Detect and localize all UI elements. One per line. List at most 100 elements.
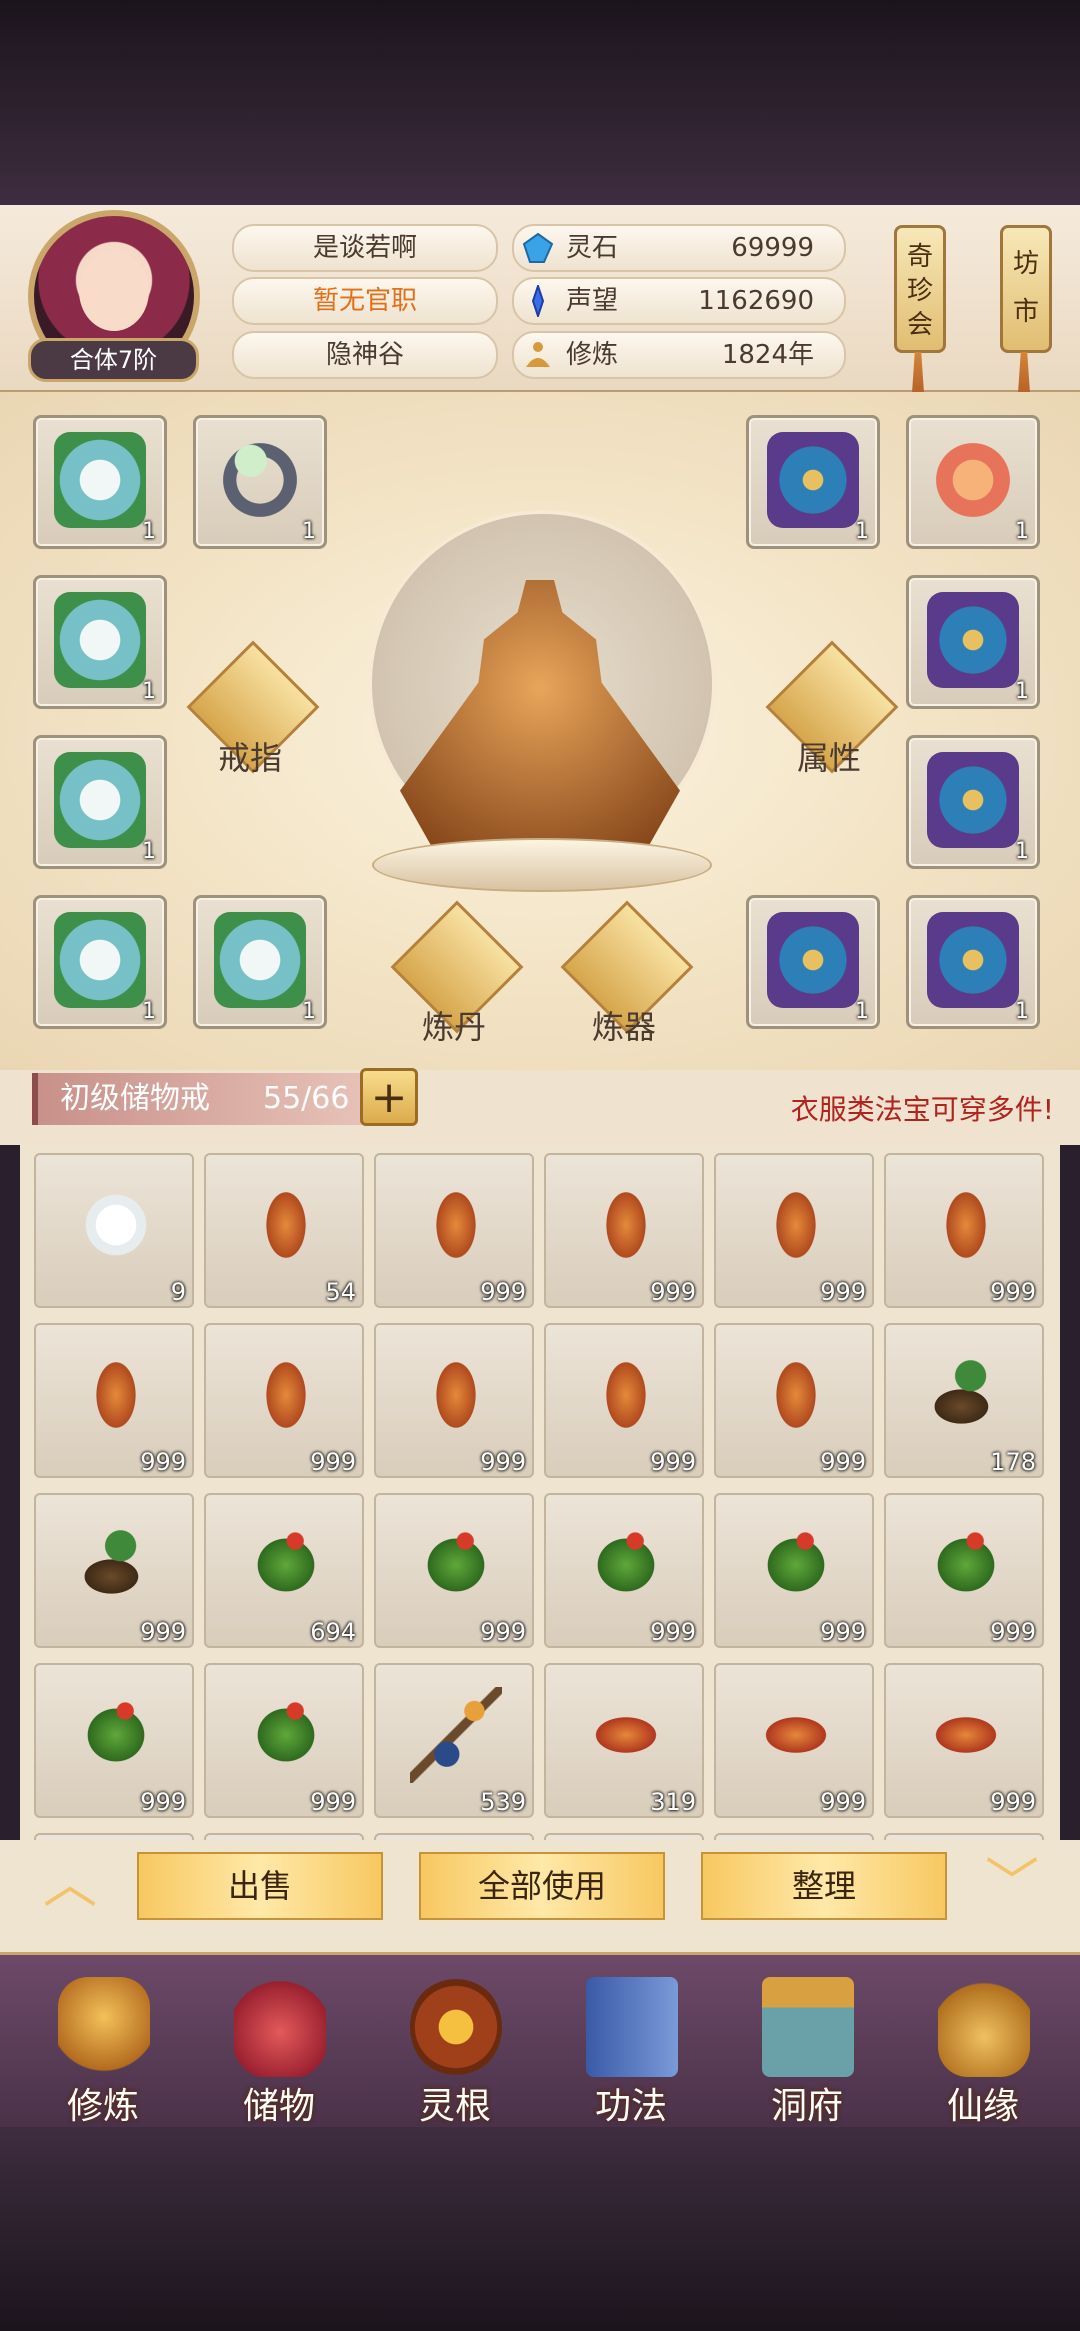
sell-button[interactable]: 出售 xyxy=(137,1852,383,1920)
item-count: 319 xyxy=(650,1788,696,1816)
winged-armor-icon xyxy=(767,432,859,528)
resource-prestige: 声望 1162690 xyxy=(512,277,846,325)
equip-slot-left-1[interactable]: 1 xyxy=(33,415,167,549)
equip-slot-left-3[interactable]: 1 xyxy=(33,575,167,709)
market-button[interactable]: 坊市 xyxy=(1000,225,1052,353)
nav-storage[interactable]: 储物 xyxy=(204,1965,354,2127)
inventory-slot[interactable]: 999 xyxy=(714,1323,874,1478)
inventory-slot[interactable] xyxy=(374,1833,534,1840)
inventory-slot[interactable]: 999 xyxy=(34,1323,194,1478)
storage-ring-selector[interactable]: 初级储物戒 55/66 xyxy=(32,1073,368,1125)
item-count: 54 xyxy=(325,1278,356,1306)
ring-item-icon xyxy=(214,432,306,528)
inventory-slot[interactable]: 999 xyxy=(884,1153,1044,1308)
inventory-slot[interactable]: 539 xyxy=(374,1663,534,1818)
expand-bag-button[interactable]: + xyxy=(360,1068,418,1126)
ginseng-icon xyxy=(580,1177,672,1273)
inventory-slot[interactable]: 999 xyxy=(544,1323,704,1478)
ginseng-icon xyxy=(240,1347,332,1443)
berry-branch-icon xyxy=(410,1687,502,1783)
ginseng-icon xyxy=(920,1177,1012,1273)
use-all-button[interactable]: 全部使用 xyxy=(419,1852,665,1920)
organize-button[interactable]: 整理 xyxy=(701,1852,947,1920)
item-count: 539 xyxy=(480,1788,526,1816)
inventory-slot[interactable]: 999 xyxy=(204,1323,364,1478)
scroll-up-arrow-icon[interactable]: ︿ xyxy=(30,1857,110,1911)
item-count: 9 xyxy=(170,1278,186,1306)
item-count: 999 xyxy=(480,1278,526,1306)
cave-mansion-icon xyxy=(762,1977,854,2077)
equip-slot-left-5[interactable]: 1 xyxy=(33,895,167,1029)
item-count: 1 xyxy=(1015,519,1029,544)
inventory-slot[interactable]: 54 xyxy=(204,1153,364,1308)
armor-item-icon xyxy=(214,912,306,1008)
ginseng-icon xyxy=(410,1347,502,1443)
equip-slot-left-6[interactable]: 1 xyxy=(193,895,327,1029)
resource-spirit-stone: 灵石 69999 xyxy=(512,224,846,272)
bottom-border xyxy=(0,2127,1080,2331)
equip-slot-right-6[interactable]: 1 xyxy=(906,895,1040,1029)
equip-slot-right-3[interactable]: 1 xyxy=(906,575,1040,709)
cultivation-icon xyxy=(526,342,550,367)
inventory-slot[interactable] xyxy=(204,1833,364,1840)
item-count: 999 xyxy=(820,1278,866,1306)
inventory-slot[interactable] xyxy=(714,1833,874,1840)
attributes-function-label: 属性 xyxy=(796,739,861,777)
equip-slot-left-2[interactable]: 1 xyxy=(193,415,327,549)
equip-slot-left-4[interactable]: 1 xyxy=(33,735,167,869)
winged-armor-icon xyxy=(927,912,1019,1008)
inventory-slot[interactable]: 694 xyxy=(204,1493,364,1648)
cordyceps-icon xyxy=(580,1687,672,1783)
equip-slot-right-4[interactable]: 1 xyxy=(906,735,1040,869)
inventory-slot[interactable]: 999 xyxy=(34,1663,194,1818)
equip-slot-right-5[interactable]: 1 xyxy=(746,895,880,1029)
equip-slot-right-1[interactable]: 1 xyxy=(746,415,880,549)
inventory-slot[interactable]: 178 xyxy=(884,1323,1044,1478)
nav-label: 洞府 xyxy=(770,2086,843,2127)
nav-technique[interactable]: 功法 xyxy=(556,1965,706,2127)
nav-immortal-fate[interactable]: 仙缘 xyxy=(908,1965,1058,2127)
alchemy-label: 炼丹 xyxy=(421,1008,486,1046)
equip-slot-right-2[interactable]: 1 xyxy=(906,415,1040,549)
winged-armor-icon xyxy=(927,592,1019,688)
winged-armor-icon xyxy=(927,752,1019,848)
inventory-slot[interactable]: 999 xyxy=(884,1493,1044,1648)
item-count: 1 xyxy=(1015,839,1029,864)
winged-armor-icon xyxy=(767,912,859,1008)
spirit-stone-icon xyxy=(522,232,554,263)
nav-spirit-root[interactable]: 灵根 xyxy=(380,1965,530,2127)
inventory-slot[interactable]: 999 xyxy=(884,1663,1044,1818)
nav-cave-mansion[interactable]: 洞府 xyxy=(732,1965,882,2127)
nav-cultivate[interactable]: 修炼 xyxy=(28,1965,178,2127)
item-count: 1 xyxy=(855,519,869,544)
item-count: 999 xyxy=(650,1448,696,1476)
inventory-slot[interactable]: 999 xyxy=(544,1493,704,1648)
inventory-slot[interactable] xyxy=(884,1833,1044,1840)
inventory-slot[interactable]: 999 xyxy=(374,1153,534,1308)
inventory-slot[interactable] xyxy=(544,1833,704,1840)
inventory-slot[interactable]: 999 xyxy=(544,1153,704,1308)
inventory-slot[interactable]: 999 xyxy=(204,1663,364,1818)
scroll-down-arrow-icon[interactable]: ﹀ xyxy=(972,1857,1052,1911)
inventory-slot[interactable]: 9 xyxy=(34,1153,194,1308)
resource-value: 69999 xyxy=(731,233,814,263)
item-count: 999 xyxy=(140,1788,186,1816)
treasure-auction-button[interactable]: 奇珍会 xyxy=(894,225,946,353)
inventory-slot[interactable] xyxy=(34,1833,194,1840)
top-border xyxy=(0,0,1080,205)
inventory-slot[interactable]: 999 xyxy=(374,1323,534,1478)
item-count: 694 xyxy=(310,1618,356,1646)
cordyceps-icon xyxy=(750,1687,842,1783)
inventory-slot[interactable]: 999 xyxy=(714,1663,874,1818)
inventory-slot[interactable]: 999 xyxy=(714,1153,874,1308)
ginseng-icon xyxy=(750,1177,842,1273)
item-count: 999 xyxy=(820,1618,866,1646)
inventory-slot[interactable]: 999 xyxy=(374,1493,534,1648)
inventory-slot[interactable]: 999 xyxy=(34,1493,194,1648)
white-flower-icon xyxy=(70,1177,162,1273)
item-count: 999 xyxy=(990,1618,1036,1646)
inventory-slot[interactable]: 999 xyxy=(714,1493,874,1648)
ginseng-icon xyxy=(70,1347,162,1443)
ginseng-icon xyxy=(410,1177,502,1273)
inventory-slot[interactable]: 319 xyxy=(544,1663,704,1818)
